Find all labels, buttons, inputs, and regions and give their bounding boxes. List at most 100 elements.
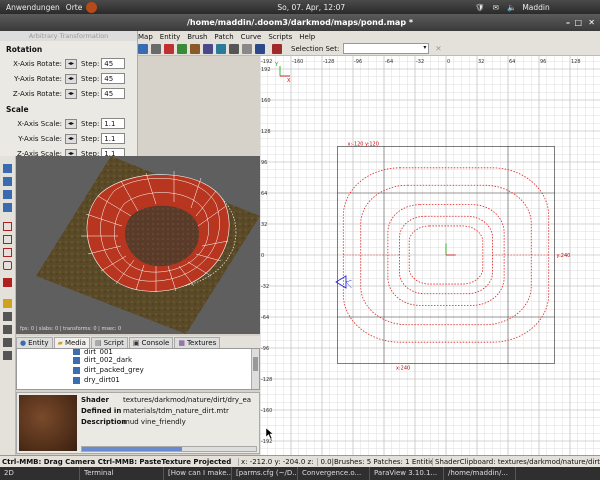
x-scale-step-input[interactable]: 1.1	[101, 118, 126, 129]
x-rotate-label: X-Axis Rotate:	[13, 59, 62, 68]
media-tree[interactable]: dirt_001 dirt_002_dark dirt_packed_grey …	[16, 348, 260, 390]
tab-entity[interactable]: ● Entity	[16, 337, 53, 348]
list-item[interactable]: dry_dirt01	[17, 375, 259, 385]
texture-lock-icon[interactable]	[3, 299, 12, 308]
close-icon[interactable]: ✕	[588, 18, 595, 27]
minimize-icon[interactable]: –	[566, 18, 570, 27]
tick-label: -64	[385, 59, 393, 65]
brush-icon[interactable]	[164, 43, 174, 54]
camera-3d-view[interactable]: fps: 0 | slabs: 0 | transforms: 0 | msec…	[16, 156, 260, 334]
tab-textures[interactable]: ▦ Textures	[174, 337, 221, 348]
menu-help[interactable]: Help	[299, 33, 315, 41]
volume-icon[interactable]: 🔈	[507, 3, 516, 12]
y-rotate-step-input[interactable]: 45	[101, 73, 126, 84]
entity-icon[interactable]	[151, 43, 161, 54]
select-complete-icon[interactable]	[255, 43, 265, 54]
clone-icon[interactable]	[203, 43, 213, 54]
taskbar-item[interactable]: 2D	[0, 467, 80, 480]
y-scale-label: Y-Axis Scale:	[18, 134, 62, 143]
shader-info-panel: Shader textures/darkmod/nature/dirt/dry_e…	[16, 392, 260, 454]
eyedropper-icon[interactable]	[3, 278, 12, 287]
x-scale-spinner[interactable]: ◂▸	[65, 118, 77, 129]
scrollbar-thumb[interactable]	[82, 447, 182, 451]
patch-icon[interactable]	[177, 43, 187, 54]
clipper-tool-icon[interactable]	[3, 222, 12, 231]
selection-set-dropdown[interactable]: ▾	[343, 43, 430, 54]
tick-label: 32	[261, 222, 267, 228]
menu-entity[interactable]: Entity	[160, 33, 180, 41]
menu-curve[interactable]: Curve	[241, 33, 262, 41]
drag-tool-icon[interactable]	[3, 203, 12, 212]
face-icon[interactable]	[3, 338, 12, 347]
y-rotate-row: Y-Axis Rotate: ◂▸ Step: 45	[0, 71, 137, 86]
taskbar-item[interactable]: Convergence.o...	[298, 467, 370, 480]
applications-menu[interactable]: Anwendungen	[6, 3, 60, 12]
edge-icon[interactable]	[3, 325, 12, 334]
scale-tool-icon[interactable]	[3, 190, 12, 199]
list-item[interactable]: dirt_packed_grey	[17, 365, 259, 375]
selection-set-label: Selection Set:	[291, 44, 340, 53]
y-scale-spinner[interactable]: ◂▸	[65, 133, 77, 144]
csg-merge-icon[interactable]	[3, 248, 12, 257]
rotate-icon[interactable]	[216, 43, 226, 54]
chevron-down-icon: ▾	[423, 44, 427, 51]
shader-info-table: Shader textures/darkmod/nature/dirt/dry_e…	[81, 395, 251, 428]
taskbar-item[interactable]: [parms.cfg (~/D...	[232, 467, 298, 480]
vertex-icon[interactable]	[3, 312, 12, 321]
x-rotate-step-input[interactable]: 45	[101, 58, 126, 69]
tick-label: -96	[261, 346, 269, 352]
taskbar-item[interactable]: ParaView 3.10.1...	[370, 467, 444, 480]
tick-label: -32	[261, 284, 269, 290]
menu-map[interactable]: Map	[138, 33, 153, 41]
taskbar-item[interactable]: [How can I make...	[164, 467, 232, 480]
shader-hscrollbar[interactable]	[81, 446, 257, 452]
main-toolbar: Selection Set: ▾ ✕	[138, 42, 600, 56]
texture-item-icon	[73, 376, 80, 384]
select-inside-icon[interactable]	[229, 43, 239, 54]
z-rotate-spinner[interactable]: ◂▸	[65, 88, 77, 99]
select-touching-icon[interactable]	[242, 43, 252, 54]
x-rotate-spinner[interactable]: ◂▸	[65, 58, 77, 69]
window-title: /home/maddin/.doom3/darkmod/maps/pond.ma…	[186, 18, 414, 27]
y-rotate-spinner[interactable]: ◂▸	[65, 73, 77, 84]
taskbar-item[interactable]: /home/maddin/...	[444, 467, 516, 480]
maximize-icon[interactable]: □	[574, 18, 582, 27]
tick-label: 96	[261, 160, 267, 166]
csg-subtract-icon[interactable]	[3, 235, 12, 244]
tick-label: -160	[261, 408, 272, 414]
tick-label: 64	[261, 191, 267, 197]
hollow-icon[interactable]	[3, 261, 12, 270]
menu-scripts[interactable]: Scripts	[268, 33, 292, 41]
tick-label: 96	[540, 59, 546, 65]
scrollbar-thumb[interactable]	[253, 357, 258, 371]
tab-console[interactable]: ▣ Console	[128, 337, 174, 348]
menu-brush[interactable]: Brush	[187, 33, 207, 41]
z-rotate-step-input[interactable]: 45	[101, 88, 126, 99]
tick-label: -160	[292, 59, 303, 65]
clear-selection-set-icon[interactable]: ✕	[435, 44, 441, 53]
rotate-tool-icon[interactable]	[3, 177, 12, 186]
shield-icon[interactable]: 🛡	[475, 3, 485, 12]
tab-script[interactable]: ▤ Script	[90, 337, 128, 348]
x-scale-label: X-Axis Scale:	[17, 119, 62, 128]
taskbar-item[interactable]: Terminal	[80, 467, 164, 480]
texture-icon[interactable]	[190, 43, 200, 54]
tick-label: 128	[571, 59, 581, 65]
menu-patch[interactable]: Patch	[214, 33, 233, 41]
filter-icon[interactable]	[138, 43, 148, 54]
merge-icon[interactable]	[272, 43, 282, 54]
places-menu[interactable]: Orte	[66, 3, 83, 12]
darkradiant-launcher-icon[interactable]	[86, 1, 98, 13]
entity-mode-icon[interactable]	[3, 351, 12, 360]
ortho-2d-view[interactable]: -192-160-128-96-64-320326496128224192160…	[260, 56, 600, 455]
y-scale-step-input[interactable]: 1.1	[101, 133, 126, 144]
list-item[interactable]: dirt_002_dark	[17, 355, 259, 365]
user-menu[interactable]: Maddin	[522, 3, 549, 12]
move-tool-icon[interactable]	[3, 164, 12, 173]
mail-icon[interactable]: ✉	[493, 3, 499, 12]
tick-label: -128	[323, 59, 334, 65]
tick-label: -128	[261, 377, 272, 383]
media-scrollbar[interactable]	[251, 349, 259, 389]
tab-media[interactable]: ▰ Media	[53, 337, 90, 348]
clock[interactable]: So, 07. Apr, 12:07	[277, 3, 345, 12]
